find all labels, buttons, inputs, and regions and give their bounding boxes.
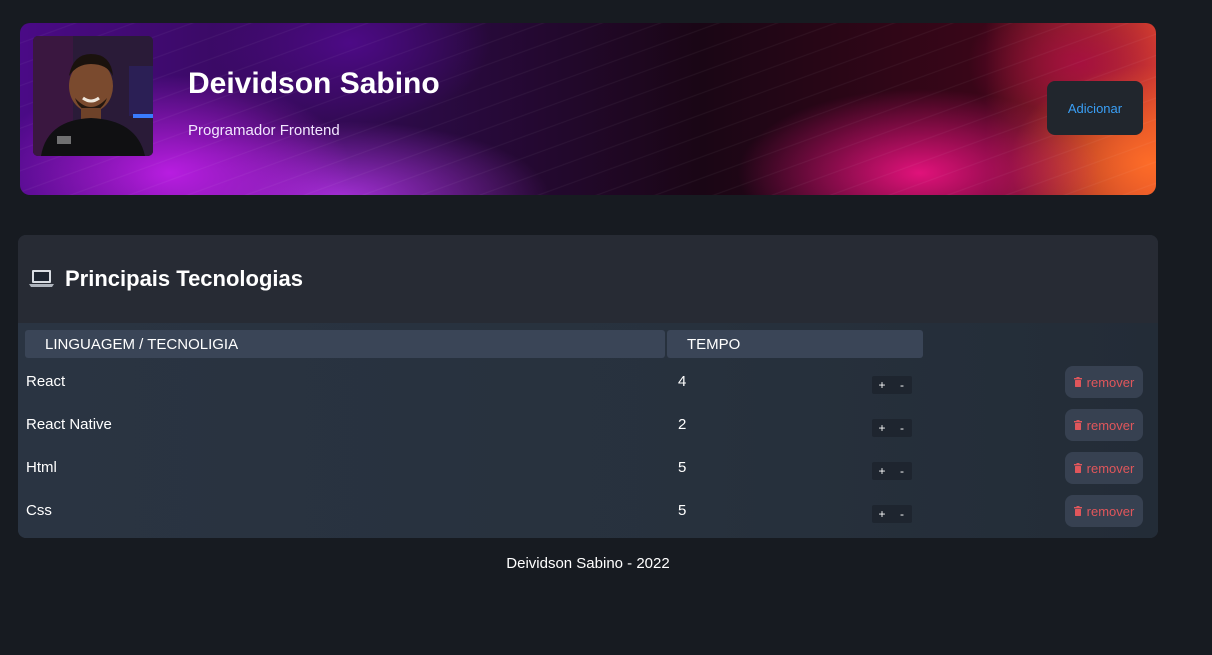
table-row: React Native 2 + - remover [18,409,1158,458]
tech-card: Principais Tecnologias LINGUAGEM / TECNO… [18,235,1158,538]
increment-button[interactable]: + [872,419,892,437]
decrement-button[interactable]: - [892,376,912,394]
add-button[interactable]: Adicionar [1047,81,1143,135]
trash-icon [1073,463,1082,473]
remove-label: remover [1086,417,1135,433]
trash-icon [1073,420,1082,430]
trash-icon [1073,377,1082,387]
trash-icon [1073,506,1082,516]
technology-name: Html [26,459,57,476]
laptop-icon [29,269,54,289]
technology-name: React [26,373,66,390]
technology-years: 2 [678,416,687,433]
table-row: Css 5 + - remover [18,495,1158,538]
remove-label: remover [1086,503,1135,519]
remove-label: remover [1086,374,1135,390]
decrement-button[interactable]: - [892,505,912,523]
table-row: Html 5 + - remover [18,452,1158,501]
column-header-technology: LINGUAGEM / TECNOLIGIA [25,330,665,358]
years-stepper: + - [872,462,912,480]
tech-table: LINGUAGEM / TECNOLIGIA TEMPO React 4 + -… [18,323,1158,538]
profile-banner: Deividson Sabino Programador Frontend Ad… [20,23,1156,195]
increment-button[interactable]: + [872,505,892,523]
technology-years: 4 [678,373,687,390]
technology-name: React Native [26,416,112,433]
technology-years: 5 [678,459,687,476]
column-header-time: TEMPO [667,330,923,358]
remove-button[interactable]: remover [1065,409,1143,441]
years-stepper: + - [872,419,912,437]
decrement-button[interactable]: - [892,462,912,480]
remove-button[interactable]: remover [1065,452,1143,484]
tech-card-header: Principais Tecnologias [18,235,1158,323]
banner-background-art [20,23,1156,195]
profile-role: Programador Frontend [188,122,340,139]
decrement-button[interactable]: - [892,419,912,437]
technology-years: 5 [678,502,687,519]
increment-button[interactable]: + [872,462,892,480]
section-title: Principais Tecnologias [65,266,303,291]
remove-label: remover [1086,460,1135,476]
years-stepper: + - [872,376,912,394]
increment-button[interactable]: + [872,376,892,394]
footer-text: Deividson Sabino - 2022 [506,555,670,572]
remove-button[interactable]: remover [1065,495,1143,527]
profile-name: Deividson Sabino [188,67,440,100]
technology-name: Css [26,502,52,519]
avatar [33,36,153,156]
remove-button[interactable]: remover [1065,366,1143,398]
years-stepper: + - [872,505,912,523]
table-row: React 4 + - remover [18,366,1158,415]
